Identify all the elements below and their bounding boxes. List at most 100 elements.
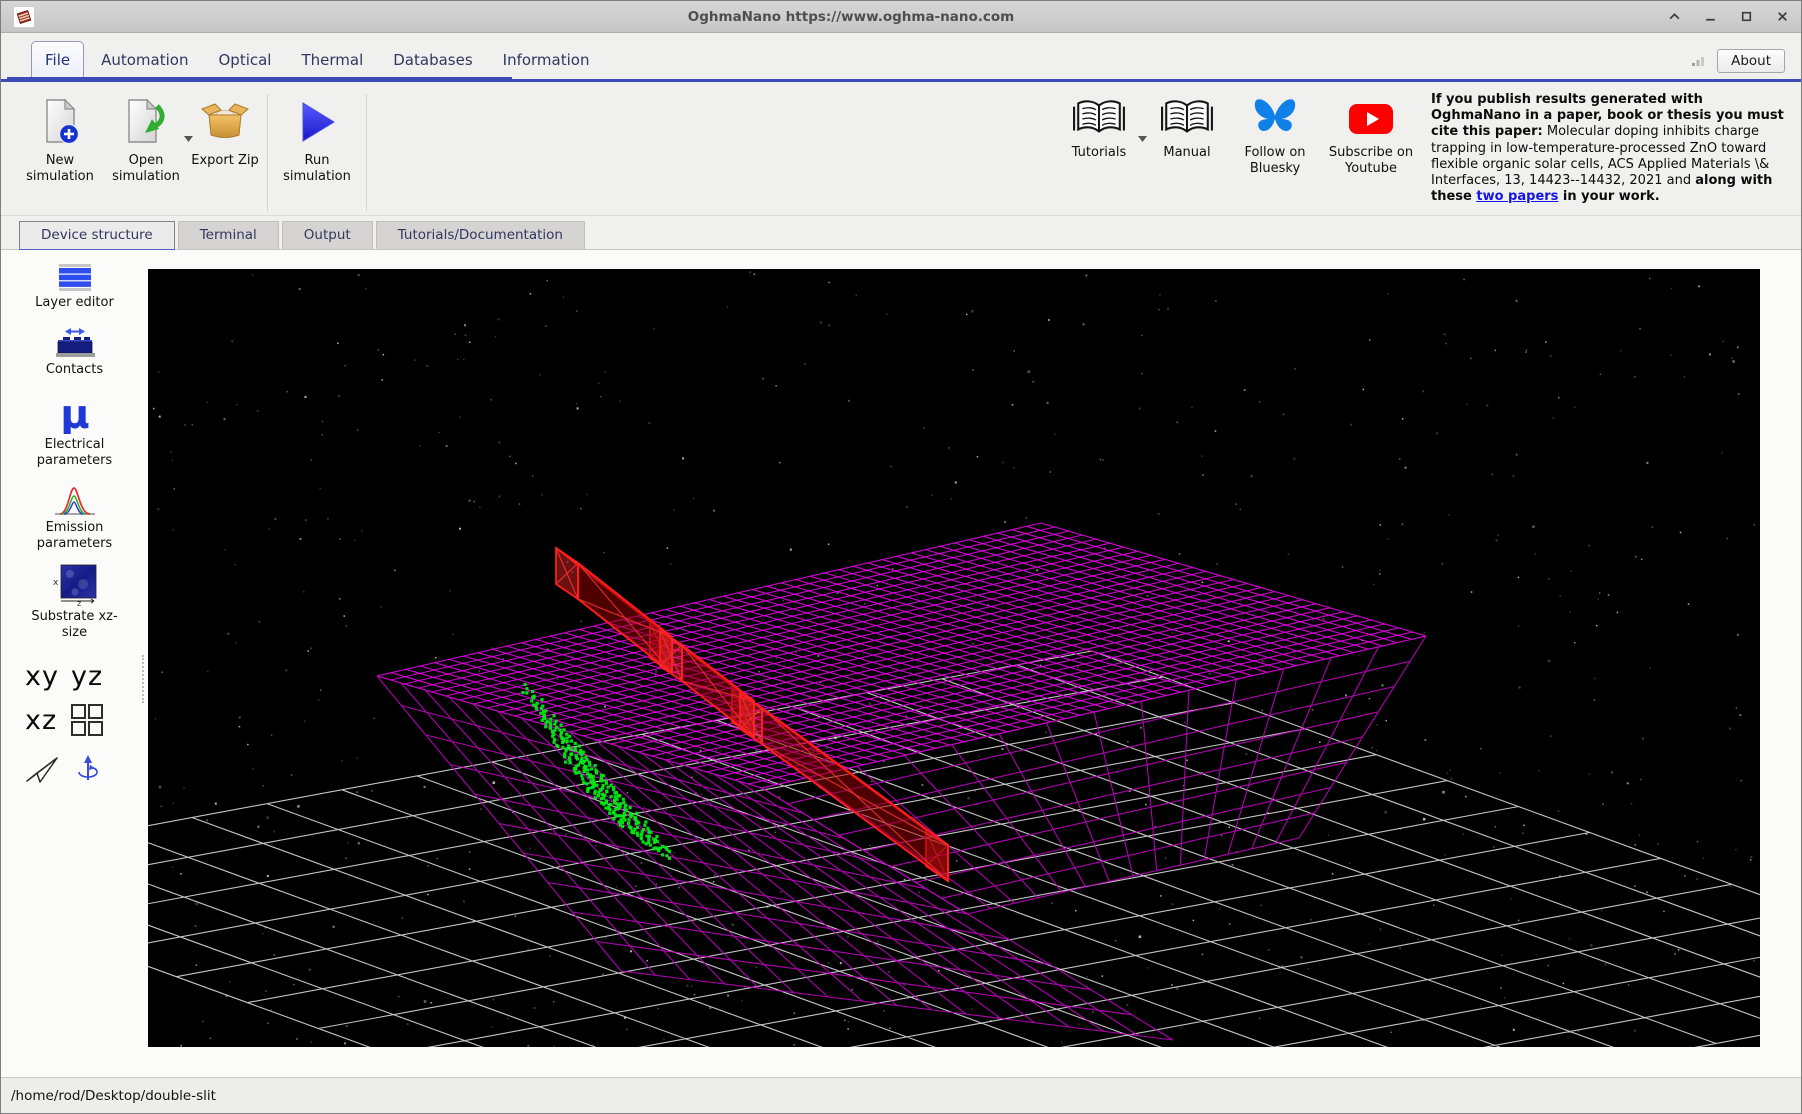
file-ribbon: New simulation Open simulation Export Zi… bbox=[1, 82, 1801, 216]
star bbox=[1373, 583, 1375, 586]
star bbox=[1159, 294, 1161, 296]
green-source-dot bbox=[640, 830, 644, 834]
green-source-dot bbox=[587, 760, 591, 764]
sidebar-item-contacts[interactable]: Contacts bbox=[1, 327, 148, 378]
green-source-dot bbox=[595, 783, 599, 787]
device-3d-view[interactable] bbox=[148, 269, 1760, 1047]
tab-terminal[interactable]: Terminal bbox=[177, 221, 279, 249]
star bbox=[1311, 708, 1314, 711]
star bbox=[1722, 340, 1725, 343]
star bbox=[377, 349, 380, 352]
green-source-dot bbox=[587, 787, 591, 791]
rotate-axis-icon[interactable] bbox=[75, 754, 101, 784]
sidebar-item-electrical-parameters[interactable]: μ Electrical parameters bbox=[1, 394, 148, 469]
green-source-dot bbox=[586, 768, 590, 772]
star bbox=[1663, 910, 1665, 913]
star bbox=[1558, 396, 1560, 399]
device-structure-page: Layer editor Contacts μ Electrical param… bbox=[1, 250, 1801, 1077]
star bbox=[1141, 334, 1143, 337]
star bbox=[1696, 878, 1698, 880]
paper-plane-icon[interactable] bbox=[25, 755, 59, 783]
bluesky-button[interactable]: Follow on Bluesky bbox=[1227, 90, 1323, 177]
star bbox=[1002, 461, 1004, 464]
youtube-button[interactable]: Subscribe on Youtube bbox=[1323, 90, 1419, 177]
star bbox=[290, 774, 293, 776]
tutorials-button[interactable]: Tutorials bbox=[1051, 90, 1147, 161]
menu-tab-information[interactable]: Information bbox=[490, 42, 603, 79]
star bbox=[459, 416, 461, 418]
star bbox=[753, 273, 755, 275]
new-simulation-button[interactable]: New simulation bbox=[17, 90, 103, 185]
close-icon[interactable] bbox=[1775, 10, 1789, 24]
run-simulation-button[interactable]: Run simulation bbox=[274, 90, 360, 185]
star bbox=[344, 1042, 346, 1045]
star bbox=[648, 422, 651, 425]
view-yz-button[interactable]: yz bbox=[71, 661, 103, 692]
tab-output[interactable]: Output bbox=[281, 221, 373, 249]
green-source-dot bbox=[604, 806, 608, 810]
green-source-dot bbox=[639, 836, 643, 840]
layer-editor-icon bbox=[58, 264, 91, 291]
star bbox=[1214, 430, 1217, 432]
about-button[interactable]: About bbox=[1717, 49, 1785, 73]
green-source-dot bbox=[540, 706, 544, 710]
green-source-dot bbox=[543, 716, 547, 720]
star bbox=[1588, 773, 1591, 775]
star bbox=[1294, 367, 1296, 370]
star bbox=[1053, 433, 1056, 436]
tab-tutorials-documentation[interactable]: Tutorials/Documentation bbox=[375, 221, 585, 249]
sidebar-item-substrate-xz-size[interactable]: x z Substrate xz-size bbox=[1, 562, 148, 641]
tab-device-structure[interactable]: Device structure bbox=[19, 221, 175, 249]
star bbox=[813, 792, 815, 795]
star bbox=[956, 860, 958, 862]
status-bar: /home/rod/Desktop/double-slit bbox=[1, 1077, 1801, 1113]
menu-tab-databases[interactable]: Databases bbox=[380, 42, 485, 79]
view-xy-button[interactable]: xy bbox=[25, 661, 59, 692]
minimize-icon[interactable] bbox=[1703, 10, 1717, 24]
star bbox=[1399, 947, 1402, 950]
view-xz-button[interactable]: xz bbox=[25, 705, 57, 736]
menu-tab-automation[interactable]: Automation bbox=[88, 42, 201, 79]
menu-tab-file[interactable]: File bbox=[31, 41, 85, 79]
star bbox=[206, 401, 208, 404]
star bbox=[507, 1017, 509, 1020]
green-source-dot bbox=[544, 721, 548, 725]
star bbox=[310, 459, 313, 461]
star bbox=[1102, 459, 1104, 461]
star bbox=[1245, 753, 1248, 755]
star bbox=[1470, 357, 1472, 360]
star bbox=[1201, 455, 1203, 457]
open-simulation-button[interactable]: Open simulation bbox=[103, 90, 193, 185]
star bbox=[490, 1026, 493, 1028]
manual-button[interactable]: Manual bbox=[1147, 90, 1227, 161]
star bbox=[1368, 339, 1371, 341]
sidebar-drag-handle[interactable] bbox=[142, 655, 144, 703]
star bbox=[847, 935, 849, 938]
green-source-dot bbox=[621, 824, 625, 829]
star bbox=[1480, 747, 1482, 750]
export-zip-button[interactable]: Export Zip bbox=[189, 90, 261, 169]
menu-tab-thermal[interactable]: Thermal bbox=[288, 42, 376, 79]
star bbox=[317, 698, 320, 701]
window-title: OghmaNano https://www.oghma-nano.com bbox=[687, 8, 1015, 25]
star bbox=[1375, 749, 1378, 752]
star bbox=[473, 500, 475, 503]
star bbox=[296, 1037, 298, 1040]
tutorials-dropdown-icon[interactable] bbox=[1138, 136, 1147, 142]
star bbox=[817, 655, 819, 657]
star bbox=[774, 831, 777, 834]
shade-window-icon[interactable] bbox=[1667, 10, 1681, 24]
star bbox=[1362, 388, 1365, 391]
menu-tab-optical[interactable]: Optical bbox=[205, 42, 284, 79]
star bbox=[1441, 562, 1444, 565]
sidebar-item-layer-editor[interactable]: Layer editor bbox=[1, 262, 148, 311]
sidebar-item-emission-parameters[interactable]: Emission parameters bbox=[1, 481, 148, 552]
star bbox=[1702, 857, 1705, 859]
four-pane-view-icon[interactable] bbox=[69, 702, 105, 738]
star bbox=[527, 948, 529, 950]
two-papers-link[interactable]: two papers bbox=[1476, 189, 1558, 204]
star bbox=[419, 445, 421, 447]
maximize-icon[interactable] bbox=[1739, 10, 1753, 24]
star bbox=[1736, 633, 1739, 636]
star bbox=[562, 296, 565, 299]
